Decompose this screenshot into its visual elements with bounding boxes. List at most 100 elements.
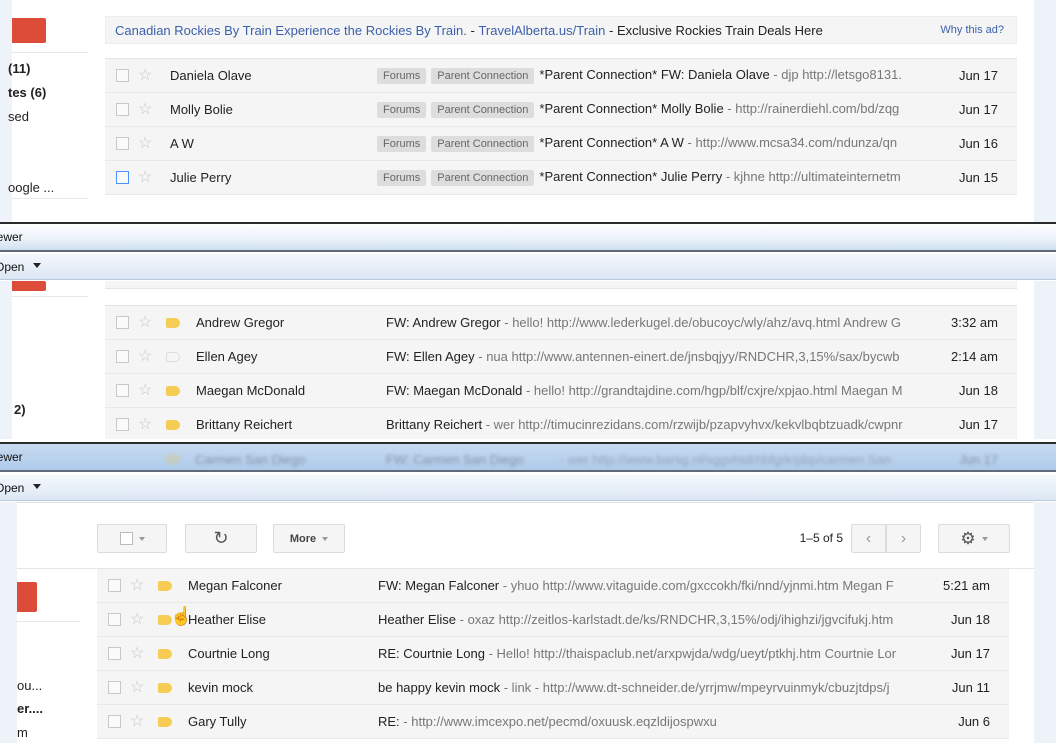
- divider: [12, 296, 88, 297]
- settings-button[interactable]: ⚙: [938, 524, 1010, 553]
- sidebar-item-notes[interactable]: tes (6): [8, 85, 46, 100]
- why-this-ad-link[interactable]: Why this ad?: [940, 24, 1004, 36]
- email-row[interactable]: ☆ Courtnie Long RE: Courtnie Long - Hello!…: [97, 637, 1009, 671]
- select-all-button[interactable]: [97, 524, 167, 553]
- important-marker-icon[interactable]: [166, 385, 180, 396]
- window-edge: [1034, 281, 1056, 439]
- window-titlebar[interactable]: iewer: [0, 222, 1056, 252]
- window-edge: [0, 281, 12, 439]
- email-row[interactable]: ☆ Daniela Olave Forums Parent Connection *Pa…: [105, 59, 1017, 93]
- more-button[interactable]: More: [273, 524, 345, 553]
- pagination-count: 1–5 of 5: [799, 531, 843, 545]
- chevron-down-icon: [322, 536, 329, 541]
- sidebar-item-c[interactable]: m: [17, 725, 28, 740]
- important-marker-icon[interactable]: [158, 648, 172, 659]
- snippet: - hello! http://www.lederkugel.de/obucoy…: [500, 315, 901, 330]
- divider: [17, 621, 80, 622]
- email-row[interactable]: ☆ Gary Tully RE: - http://www.imcexpo.net/…: [97, 705, 1009, 739]
- label-chip[interactable]: Parent Connection: [431, 170, 535, 186]
- ad-separator: -: [466, 22, 479, 38]
- checkbox[interactable]: [116, 103, 129, 116]
- compose-button[interactable]: [17, 582, 37, 612]
- important-marker-icon[interactable]: [158, 580, 172, 591]
- refresh-button[interactable]: ↻: [185, 524, 257, 553]
- subject-line: FW: Andrew Gregor - hello! http://www.le…: [386, 315, 904, 330]
- chevron-down-icon[interactable]: [33, 484, 41, 489]
- email-row[interactable]: ☆ A W Forums Parent Connection *Parent Conne…: [105, 127, 1017, 161]
- email-row[interactable]: ☆ Maegan McDonald FW: Maegan McDonald - he…: [105, 374, 1017, 408]
- sidebar-item-a[interactable]: ou...: [17, 678, 42, 693]
- star-icon[interactable]: ☆: [130, 713, 144, 730]
- checkbox[interactable]: [108, 715, 121, 728]
- sidebar-item-google[interactable]: oogle ...: [8, 180, 54, 195]
- ad-separator: -: [605, 22, 617, 38]
- sidebar-item-unused[interactable]: sed: [8, 109, 29, 124]
- important-marker-icon[interactable]: [158, 682, 172, 693]
- checkbox[interactable]: [116, 69, 129, 82]
- star-icon[interactable]: ☆: [130, 679, 144, 696]
- important-marker-icon[interactable]: [166, 317, 180, 328]
- star-icon[interactable]: ☆: [138, 135, 152, 152]
- label-chip[interactable]: Parent Connection: [431, 68, 535, 84]
- newer-button[interactable]: ‹: [851, 524, 886, 553]
- star-icon[interactable]: ☆: [138, 314, 152, 331]
- checkbox[interactable]: [108, 579, 121, 592]
- star-icon[interactable]: ☆: [130, 611, 144, 628]
- star-icon[interactable]: ☆: [130, 577, 144, 594]
- email-row[interactable]: ☆ Heather Elise Heather Elise - oxaz http:…: [97, 603, 1009, 637]
- label-chip[interactable]: Forums: [377, 170, 427, 186]
- sender: Megan Falconer: [188, 578, 282, 593]
- compose-button[interactable]: [12, 18, 46, 43]
- email-row[interactable]: ☆ kevin mock be happy kevin mock - link - …: [97, 671, 1009, 705]
- sidebar-item-b[interactable]: er....: [17, 701, 43, 716]
- email-row[interactable]: ☆ Molly Bolie Forums Parent Connection *Pare…: [105, 93, 1017, 127]
- ad-title-link[interactable]: Canadian Rockies By Train Experience the…: [115, 23, 467, 38]
- label-chip[interactable]: Forums: [377, 136, 427, 152]
- checkbox[interactable]: [108, 647, 121, 660]
- email-row[interactable]: ☆ Andrew Gregor FW: Andrew Gregor - hello!…: [105, 306, 1017, 340]
- open-menu-button[interactable]: Open: [0, 481, 24, 495]
- important-marker-icon[interactable]: [166, 419, 180, 430]
- email-row[interactable]: ☆ Megan Falconer FW: Megan Falconer - yhuo…: [97, 569, 1009, 603]
- star-icon[interactable]: ☆: [130, 645, 144, 662]
- checkbox[interactable]: [116, 418, 129, 431]
- checkbox[interactable]: [116, 384, 129, 397]
- checkbox[interactable]: [108, 613, 121, 626]
- compose-button[interactable]: [12, 281, 46, 291]
- checkbox[interactable]: [116, 350, 129, 363]
- label-chip[interactable]: Parent Connection: [431, 136, 535, 152]
- checkbox-icon: [119, 532, 133, 545]
- window-titlebar[interactable]: iewer Carmen San Diego FW: Carmen San Di…: [0, 442, 1056, 472]
- open-menu-button[interactable]: Open: [0, 260, 24, 274]
- checkbox[interactable]: [116, 137, 129, 150]
- email-list: ☆ Daniela Olave Forums Parent Connection *Pa…: [105, 58, 1017, 195]
- star-icon[interactable]: ☆: [138, 416, 152, 433]
- email-list: ☆ Andrew Gregor FW: Andrew Gregor - hello!…: [105, 305, 1017, 439]
- star-icon[interactable]: ☆: [138, 101, 152, 118]
- email-row[interactable]: ☆ Julie Perry Forums Parent Connection *Pare…: [105, 161, 1017, 195]
- star-icon[interactable]: ☆: [138, 67, 152, 84]
- ad-url-link[interactable]: TravelAlberta.us/Train: [478, 23, 605, 38]
- important-marker-icon[interactable]: [158, 716, 172, 727]
- star-icon[interactable]: ☆: [138, 169, 152, 186]
- checkbox[interactable]: [116, 316, 129, 329]
- sidebar-item-count[interactable]: 2): [14, 402, 26, 417]
- star-icon[interactable]: ☆: [138, 348, 152, 365]
- snippet: - http://www.imcexpo.net/pecmd/oxuusk.eq…: [399, 714, 717, 729]
- chevron-down-icon[interactable]: [33, 263, 41, 268]
- sidebar-item-inbox[interactable]: (11): [8, 61, 30, 76]
- checkbox[interactable]: [108, 681, 121, 694]
- label-chip[interactable]: Forums: [377, 68, 427, 84]
- important-marker-icon[interactable]: [166, 351, 180, 362]
- label-chip[interactable]: Forums: [377, 102, 427, 118]
- hand-cursor-icon: ☝: [170, 606, 193, 626]
- older-button[interactable]: ›: [886, 524, 921, 553]
- email-row[interactable]: ☆ Ellen Agey FW: Ellen Agey - nua http://w…: [105, 340, 1017, 374]
- label-chip[interactable]: Parent Connection: [431, 102, 535, 118]
- star-icon[interactable]: ☆: [138, 382, 152, 399]
- email-row[interactable]: ☆ Brittany Reichert Brittany Reichert - we…: [105, 408, 1017, 439]
- checkbox[interactable]: [116, 171, 129, 184]
- sender: kevin mock: [188, 680, 254, 695]
- snippet: - oxaz http://zeitlos-karlstadt.de/ks/RN…: [456, 612, 894, 627]
- subject: *Parent Connection* A W: [539, 135, 684, 150]
